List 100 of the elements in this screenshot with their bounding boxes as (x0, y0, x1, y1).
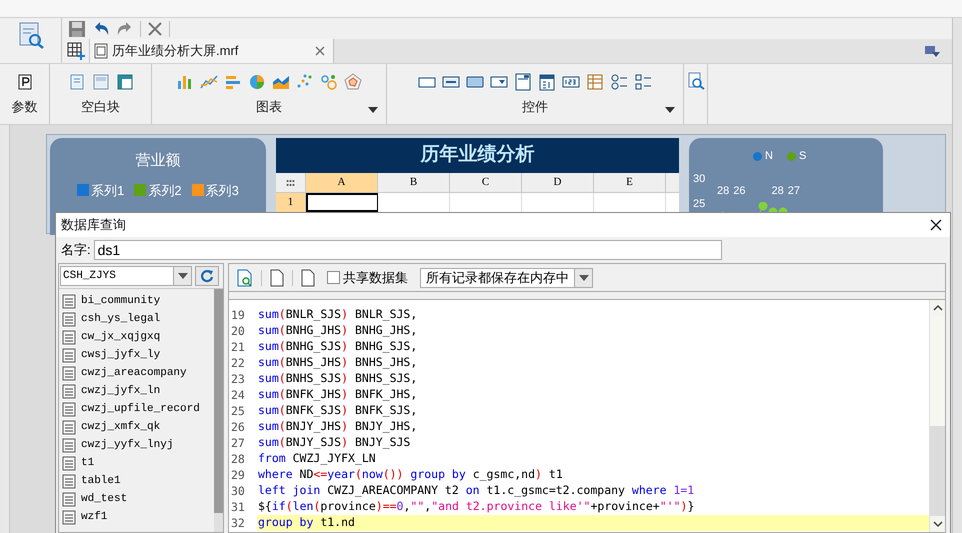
checkbox-list-icon[interactable] (634, 73, 652, 92)
data-label: 28 (772, 186, 784, 197)
legend-label: N (765, 149, 773, 164)
table-icon (62, 402, 76, 416)
caret-icon[interactable] (665, 106, 675, 112)
preview-icon[interactable] (237, 268, 253, 286)
table-list-item[interactable]: bi_community (59, 292, 214, 310)
scroll-thumb[interactable] (214, 289, 223, 513)
group-label: 参数 (12, 98, 38, 116)
column-header[interactable]: C (450, 173, 522, 192)
caret-icon[interactable] (368, 106, 378, 112)
code-line: sum(BNFK_SJS) BNFK_SJS, (257, 402, 418, 420)
table-icon (62, 474, 76, 488)
checkbox-label: 共享数据集 (343, 268, 408, 287)
document-icon[interactable] (301, 268, 315, 286)
code-line: sum(BNFK_JHS) BNFK_JHS, (257, 386, 418, 404)
column-header[interactable]: B (378, 173, 450, 192)
name-field[interactable]: ds1 (94, 240, 722, 260)
table-list-item[interactable]: cwzj_areacompany (59, 364, 214, 382)
layout-icon[interactable] (116, 73, 134, 92)
table-icon[interactable] (586, 73, 604, 92)
table-list-item[interactable]: wd_test (59, 490, 214, 508)
table-list-item[interactable]: wzf1 (59, 508, 214, 526)
table-icon (62, 384, 76, 398)
name-label: 名字: (61, 241, 91, 260)
code-line: sum(BNHG_SJS) BNHG_SJS, (257, 338, 418, 356)
code-line: left join CWZJ_AREACOMPANY t2 on t1.c_gsmc=t2.company where 1=1 (257, 482, 694, 500)
card-title: 营业额 (136, 151, 180, 171)
legend-label: S (798, 149, 806, 164)
legend-label: 系列2 (148, 182, 182, 200)
code-line: sum(BNJY_SJS) BNJY_SJS (257, 434, 410, 452)
row-header[interactable]: 1 (276, 193, 306, 212)
group-label: 图表 (256, 98, 282, 116)
code-line: sum(BNLR_SJS) BNLR_SJS, (257, 306, 418, 324)
page-icon[interactable] (68, 73, 86, 92)
table-list-item[interactable]: cwzj_xmfx_qk (59, 418, 214, 436)
group-label: 控件 (522, 98, 548, 116)
code-line: from CWZJ_JYFX_LN (257, 450, 376, 468)
search-icon[interactable] (686, 72, 704, 90)
pie-chart-icon[interactable] (248, 73, 266, 92)
close-icon[interactable] (930, 219, 942, 231)
checkbox[interactable] (327, 271, 340, 284)
group-label: 空白块 (81, 98, 120, 116)
area-chart-icon[interactable] (272, 73, 290, 92)
table-icon (62, 420, 76, 434)
dashboard-banner: 历年业绩分析 (276, 138, 679, 173)
line-number: 32 (229, 515, 257, 531)
table-icon (62, 366, 76, 380)
data-label: 27 (788, 186, 800, 197)
report-search-icon[interactable] (16, 21, 44, 49)
table-icon (62, 492, 76, 506)
radar-chart-icon[interactable] (344, 73, 362, 92)
code-line: group by t1.nd (257, 514, 355, 532)
sheet-cell[interactable] (306, 193, 378, 212)
redo-icon[interactable] (116, 20, 134, 38)
menu-icon[interactable] (924, 45, 940, 57)
code-line: sum(BNHG_JHS) BNHG_JHS, (257, 322, 418, 340)
table-list-item[interactable]: cwsj_jyfx_ly (59, 346, 214, 364)
table-list-item[interactable]: cwzj_yyfx_lnyj (59, 436, 214, 454)
table-list-item[interactable]: cwzj_jyfx_ln (59, 382, 214, 400)
code-line: sum(BNHS_JHS) BNHS_JHS, (257, 354, 418, 372)
column-header[interactable]: D (522, 173, 594, 192)
refresh-button[interactable] (195, 266, 219, 286)
refresh-icon (200, 269, 214, 283)
scroll-thumb[interactable] (930, 426, 945, 516)
table-list-item[interactable]: cwzj_upfile_record (59, 400, 214, 418)
table-icon (62, 456, 76, 470)
radio-list-icon[interactable] (610, 73, 628, 92)
table-list-item[interactable]: cw_jx_xqjgxq (59, 328, 214, 346)
bar-chart-icon[interactable] (176, 73, 194, 92)
caret-icon (178, 273, 188, 279)
code-line: sum(BNHS_SJS) BNHS_SJS, (257, 370, 418, 388)
database-select[interactable]: CSH_ZJYS (60, 266, 192, 286)
axis-label: 30 (693, 174, 706, 185)
parameter-icon[interactable] (16, 73, 34, 92)
table-list-item[interactable]: t1 (59, 454, 214, 472)
horizontal-bar-icon[interactable] (224, 73, 242, 92)
table-icon (62, 348, 76, 362)
dialog-title: 数据库查询 (61, 216, 126, 234)
panel-icon[interactable] (92, 73, 110, 92)
code-line: ${if(len(province)==0,"","and t2.province like'"+province+"'")} (257, 498, 694, 516)
data-label: 28 (717, 186, 730, 197)
list-box-icon[interactable] (514, 73, 532, 92)
storage-select[interactable]: 所有记录都保存在内存中 (420, 268, 593, 288)
document-icon (94, 43, 108, 59)
column-header[interactable]: E (594, 173, 666, 192)
document-icon[interactable] (270, 268, 284, 286)
column-header[interactable]: A (306, 173, 378, 192)
save-icon[interactable] (68, 20, 86, 38)
document-tab[interactable]: 历年业绩分析大屏.mrf (90, 39, 334, 63)
sql-editor[interactable] (229, 299, 945, 532)
data-label: 26 (733, 186, 746, 197)
code-line: where ND<=year(now()) group by c_gsmc,nd) t1 (257, 466, 563, 484)
code-line: sum(BNJY_JHS) BNJY_JHS, (257, 418, 418, 436)
calendar-icon[interactable] (538, 73, 556, 92)
table-list-item[interactable]: table1 (59, 472, 214, 490)
legend-label: 系列1 (91, 182, 124, 200)
grid-plus-icon[interactable] (66, 42, 84, 60)
bubble-chart-icon[interactable] (320, 73, 338, 92)
table-list-item[interactable]: csh_ys_legal (59, 310, 214, 328)
